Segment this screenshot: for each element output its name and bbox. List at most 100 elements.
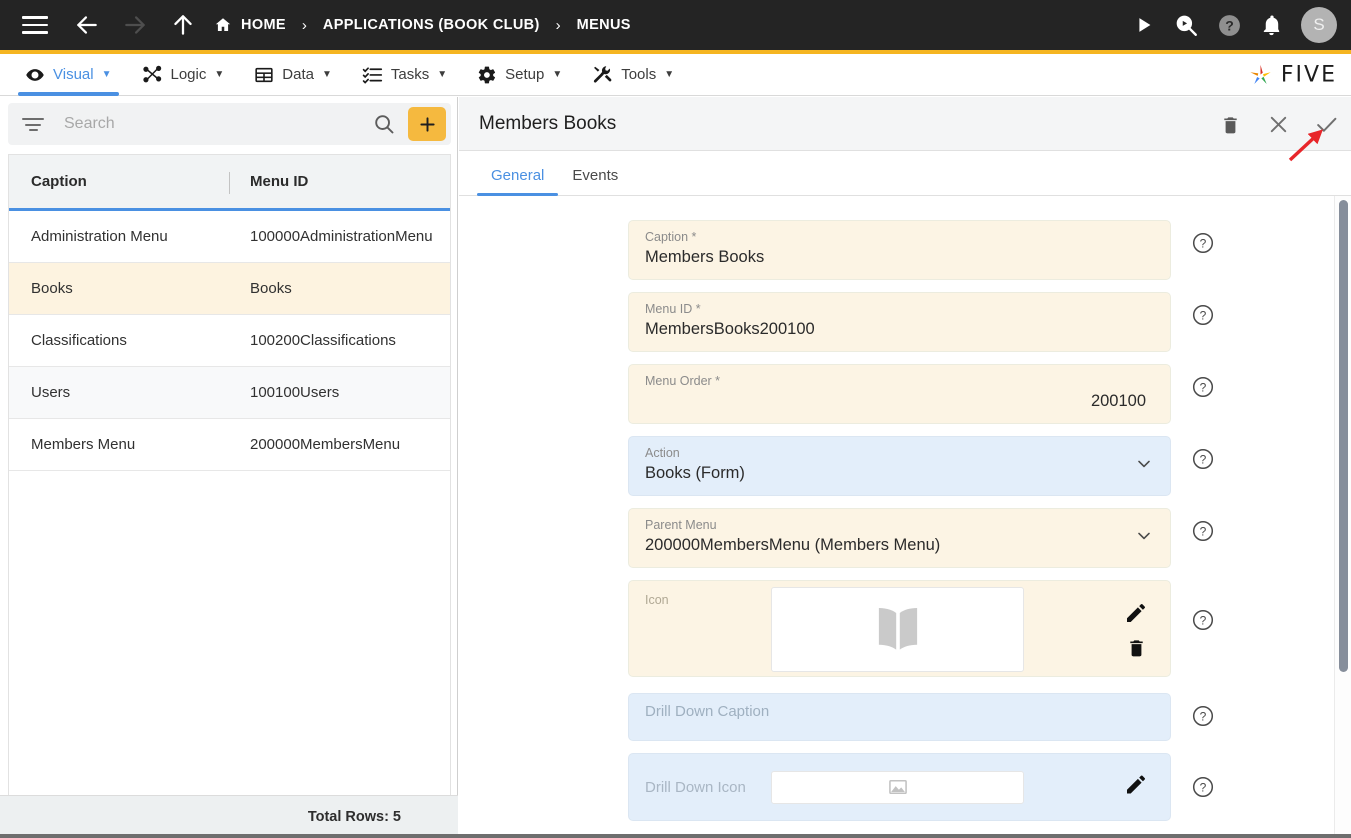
table-row[interactable]: Administration Menu 100000Administration… <box>9 211 450 263</box>
column-header-caption[interactable]: Caption <box>9 173 229 190</box>
search-bar <box>8 103 451 145</box>
breadcrumb-label-menus: MENUS <box>576 17 631 33</box>
chevron-down-icon[interactable] <box>1134 454 1154 479</box>
tab-tasks[interactable]: Tasks ▼ <box>347 54 462 96</box>
tab-setup-label: Setup <box>505 66 545 83</box>
breadcrumb-item-applications[interactable]: APPLICATIONS (BOOK CLUB) <box>323 17 540 33</box>
icon-preview[interactable] <box>771 587 1024 672</box>
gear-icon <box>477 65 497 85</box>
help-icon[interactable]: ? <box>1191 608 1215 632</box>
icon-field[interactable]: Icon <box>628 580 1171 677</box>
page-title: Members Books <box>479 112 617 134</box>
column-header-menu-id[interactable]: Menu ID <box>229 173 450 190</box>
action-label: Action <box>645 446 680 460</box>
tab-data-label: Data <box>282 66 314 83</box>
search-debug-icon[interactable] <box>1173 12 1199 38</box>
table-row[interactable]: Members Menu 200000MembersMenu <box>9 419 450 471</box>
cell-caption: Users <box>31 384 71 401</box>
search-input[interactable] <box>62 114 372 134</box>
action-select[interactable]: Action Books (Form) <box>628 436 1171 496</box>
tab-tools[interactable]: Tools ▼ <box>577 54 689 96</box>
breadcrumb-item-menus[interactable]: MENUS <box>577 17 631 33</box>
help-icon[interactable]: ? <box>1191 519 1215 543</box>
tab-logic-label: Logic <box>170 66 207 83</box>
notifications-icon[interactable] <box>1260 14 1283 37</box>
five-pinwheel-icon <box>1247 61 1274 88</box>
menu-detail-panel: Members Books General Events Caption * M… <box>459 97 1351 838</box>
menu-order-field[interactable]: Menu Order * 200100 <box>628 364 1171 424</box>
tab-visual[interactable]: Visual ▼ <box>10 54 127 96</box>
forward-button <box>118 8 152 42</box>
drill-down-caption-label: Drill Down Caption <box>645 703 770 720</box>
tab-data[interactable]: Data ▼ <box>239 54 347 96</box>
chevron-down-icon[interactable] <box>1134 526 1154 551</box>
svg-text:?: ? <box>1200 710 1207 724</box>
drill-down-icon-field[interactable]: Drill Down Icon <box>628 753 1171 821</box>
help-icon[interactable]: ? <box>1191 303 1215 327</box>
table-row[interactable]: Classifications 100200Classifications <box>9 315 450 367</box>
detail-form: Caption * Members Books ? Menu ID * Memb… <box>459 196 1351 837</box>
field-row-caption: Caption * Members Books ? <box>628 220 1351 280</box>
table-row[interactable]: Books Books <box>9 263 450 315</box>
menu-id-value: MembersBooks200100 <box>645 320 815 338</box>
filter-icon[interactable] <box>22 115 46 133</box>
help-icon[interactable]: ? <box>1191 775 1215 799</box>
chevron-down-icon: ▼ <box>437 68 448 80</box>
delete-icon-button[interactable] <box>1126 637 1147 658</box>
hamburger-menu-icon[interactable] <box>22 16 48 34</box>
back-button[interactable] <box>70 8 104 42</box>
icon-label: Icon <box>645 593 669 607</box>
tab-logic[interactable]: Logic ▼ <box>127 54 240 96</box>
cancel-button[interactable] <box>1263 109 1293 139</box>
form-scrollbar-thumb[interactable] <box>1339 200 1348 672</box>
tab-events[interactable]: Events <box>558 167 632 195</box>
cell-menu-id: 100100Users <box>250 384 340 401</box>
delete-button[interactable] <box>1215 109 1245 139</box>
chevron-down-icon: ▼ <box>101 68 112 80</box>
drill-down-icon-preview[interactable] <box>771 770 1024 804</box>
cell-caption: Books <box>31 280 73 297</box>
cell-menu-id: 200000MembersMenu <box>250 436 401 453</box>
search-icon[interactable] <box>372 112 396 136</box>
help-icon[interactable]: ? <box>1217 13 1242 38</box>
tab-setup[interactable]: Setup ▼ <box>462 54 577 96</box>
cell-caption: Members Menu <box>31 436 136 453</box>
run-icon[interactable] <box>1133 14 1155 36</box>
edit-pencil-icon[interactable] <box>1124 601 1148 625</box>
user-avatar[interactable]: S <box>1301 7 1337 43</box>
home-icon <box>214 16 232 34</box>
parent-menu-select[interactable]: Parent Menu 200000MembersMenu (Members M… <box>628 508 1171 568</box>
logic-nodes-icon <box>142 64 163 85</box>
save-button[interactable] <box>1311 109 1341 139</box>
tasks-list-icon <box>362 64 383 85</box>
breadcrumb-separator-1: › <box>301 16 307 34</box>
help-icon[interactable]: ? <box>1191 447 1215 471</box>
form-scrollbar[interactable] <box>1334 196 1351 837</box>
help-icon[interactable]: ? <box>1191 231 1215 255</box>
detail-header: Members Books <box>459 97 1351 151</box>
table-row[interactable]: Users 100100Users <box>9 367 450 419</box>
open-book-icon <box>867 599 929 661</box>
help-icon[interactable]: ? <box>1191 375 1215 399</box>
detail-header-actions <box>1215 97 1341 151</box>
svg-text:?: ? <box>1200 309 1207 323</box>
svg-text:?: ? <box>1200 453 1207 467</box>
tab-tools-label: Tools <box>621 66 657 83</box>
add-menu-button[interactable] <box>408 107 446 141</box>
eye-icon <box>25 65 45 85</box>
svg-text:?: ? <box>1200 381 1207 395</box>
breadcrumb-item-home[interactable]: HOME <box>214 16 286 34</box>
drill-down-icon-label: Drill Down Icon <box>645 778 746 796</box>
up-button[interactable] <box>166 8 200 42</box>
help-icon[interactable]: ? <box>1191 704 1215 728</box>
menu-id-field[interactable]: Menu ID * MembersBooks200100 <box>628 292 1171 352</box>
parent-menu-label: Parent Menu <box>645 518 717 532</box>
brand-name: FIVE <box>1280 62 1337 87</box>
icon-tools <box>1124 581 1148 678</box>
caption-field[interactable]: Caption * Members Books <box>628 220 1171 280</box>
tab-tasks-label: Tasks <box>390 66 430 83</box>
tab-general[interactable]: General <box>477 167 559 196</box>
edit-pencil-icon[interactable] <box>1124 773 1148 802</box>
breadcrumb-label-home: HOME <box>241 17 286 33</box>
drill-down-caption-field[interactable]: Drill Down Caption <box>628 693 1171 741</box>
